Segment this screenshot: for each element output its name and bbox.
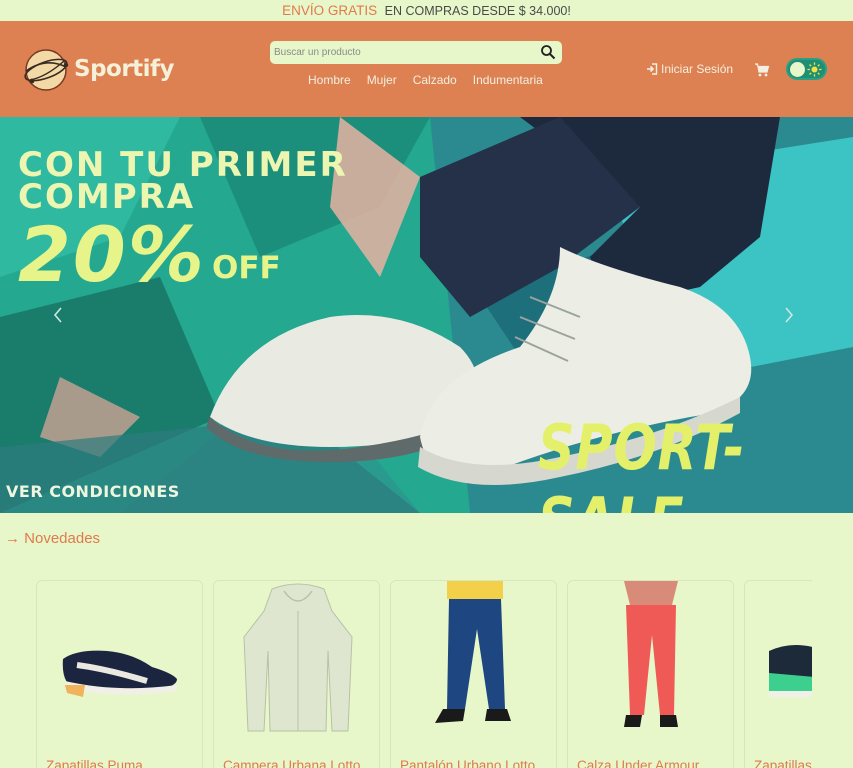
product-image: [62, 650, 177, 697]
logo[interactable]: Sportify: [22, 47, 175, 93]
hero-banner[interactable]: CON TU PRIMER COMPRA 20% OFF SPORT-SALE …: [0, 117, 853, 513]
globe-logo-icon: [24, 49, 69, 91]
category-nav: Hombre Mujer Calzado Indumentaria: [300, 73, 551, 87]
product-title: Calza Under Armour: [577, 758, 700, 768]
product-title: Campera Urbana Lotto: [223, 758, 361, 768]
nav-item-indumentaria[interactable]: Indumentaria: [465, 73, 551, 87]
sun-icon: [807, 62, 822, 77]
search-bar: [270, 41, 562, 64]
nav-item-mujer[interactable]: Mujer: [359, 73, 405, 87]
product-title: Zapatillas Puma: [46, 758, 143, 768]
search-icon[interactable]: [540, 44, 556, 60]
logo-text: Sportify: [74, 56, 175, 82]
search-input[interactable]: [270, 41, 532, 64]
hero-sale-title: SPORT-SALE: [538, 411, 746, 513]
product-card[interactable]: Zapatillas Puma: [36, 580, 203, 768]
product-card[interactable]: Pantalón Urbano Lotto: [390, 580, 557, 768]
nav-item-hombre[interactable]: Hombre: [300, 73, 359, 87]
product-image: [243, 583, 353, 732]
site-header: Sportify Hombre Mujer Calzado Indumentar…: [0, 21, 853, 117]
promo-text: EN COMPRAS DESDE $ 34.000!: [384, 4, 571, 18]
product-card[interactable]: Campera Urbana Lotto: [213, 580, 380, 768]
hero-off: OFF: [212, 250, 281, 286]
hero-conditions-link[interactable]: VER CONDICIONES: [6, 482, 180, 501]
product-card[interactable]: Calza Under Armour: [567, 580, 734, 768]
login-icon: [647, 63, 658, 75]
promo-highlight: ENVÍO GRATIS: [282, 3, 378, 18]
product-image: [435, 581, 511, 723]
product-title: Zapatillas: [754, 758, 812, 768]
section-title-novedades: → Novedades: [5, 530, 101, 547]
cart-icon[interactable]: [754, 62, 770, 78]
hero-discount: 20%: [18, 210, 206, 299]
product-card[interactable]: Zapatillas: [744, 580, 812, 768]
login-link[interactable]: Iniciar Sesión: [646, 62, 733, 76]
product-title: Pantalón Urbano Lotto: [400, 758, 536, 768]
nav-item-calzado[interactable]: Calzado: [405, 73, 465, 87]
product-image: [624, 581, 678, 727]
chevron-right-icon[interactable]: [779, 300, 799, 330]
theme-toggle[interactable]: [786, 58, 827, 80]
promo-bar: ENVÍO GRATIS EN COMPRAS DESDE $ 34.000!: [0, 0, 853, 21]
toggle-knob: [790, 62, 805, 77]
chevron-left-icon[interactable]: [48, 300, 68, 330]
products-carousel: Zapatillas Puma Campera Urbana Lotto Pan…: [0, 580, 812, 768]
product-image: [769, 645, 812, 697]
login-label: Iniciar Sesión: [661, 62, 734, 76]
